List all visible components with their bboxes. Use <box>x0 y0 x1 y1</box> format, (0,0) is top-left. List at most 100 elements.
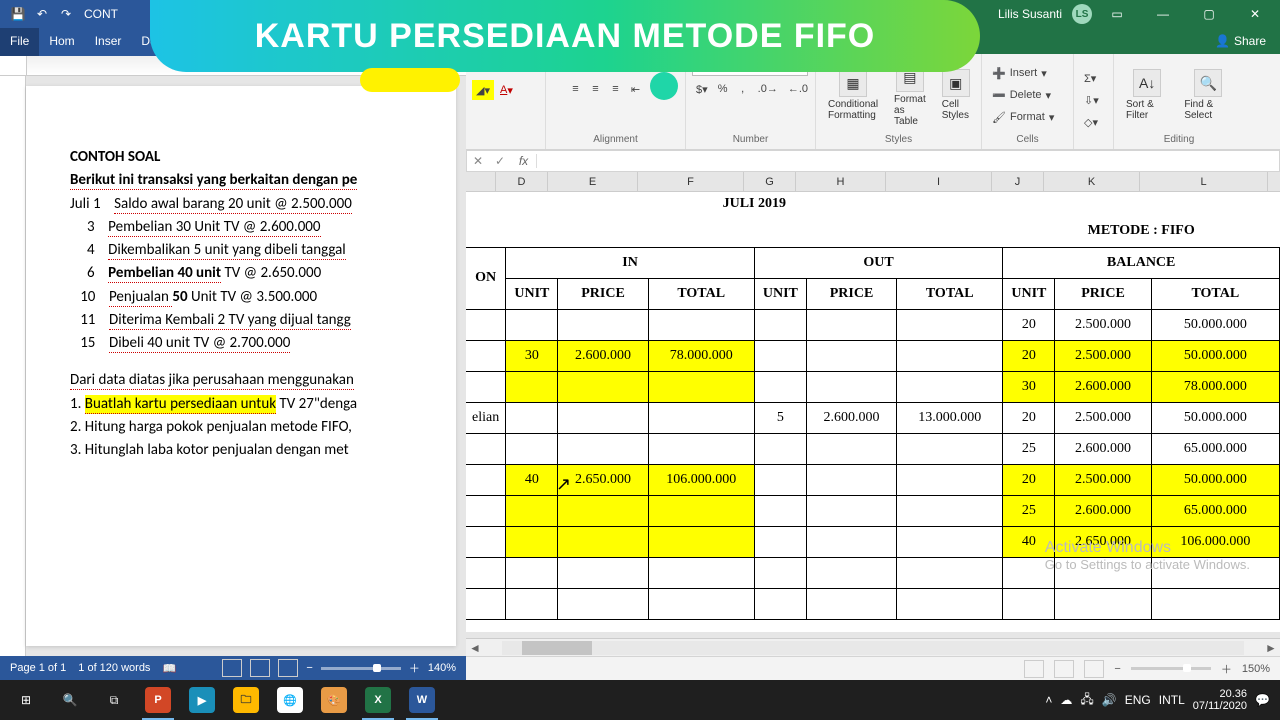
start-button[interactable]: ⊞ <box>4 680 48 720</box>
word-zoom-slider[interactable] <box>321 667 401 670</box>
tray-onedrive-icon[interactable]: ☁ <box>1060 693 1072 707</box>
conditional-formatting-button[interactable]: ▦Conditional Formatting <box>822 65 884 125</box>
fifo-table[interactable]: JULI 2019 METODE : FIFO ON IN OUT BALANC… <box>466 192 1280 620</box>
excel-zoom-slider[interactable] <box>1131 667 1211 670</box>
scroll-right-icon[interactable]: ► <box>1262 639 1280 657</box>
format-cells-button[interactable]: 🖌 Format ▾ <box>988 107 1058 127</box>
save-icon[interactable]: 💾 <box>6 2 30 26</box>
tray-notifications-icon[interactable]: 💬 <box>1255 693 1270 707</box>
comma-icon[interactable]: , <box>734 79 752 99</box>
scroll-thumb[interactable] <box>522 641 592 655</box>
group-styles-label: Styles <box>822 134 975 147</box>
excel-status-bar: − ＋ 150% <box>466 656 1280 680</box>
doc-para2: Dari data diatas jika perusahaan menggun… <box>70 371 354 390</box>
doc-heading: CONTOH SOAL <box>70 148 160 166</box>
align-center-icon[interactable]: ≡ <box>587 79 605 99</box>
word-spellcheck-icon[interactable]: 📖 <box>162 662 176 675</box>
find-select-button[interactable]: 🔍Find & Select <box>1178 65 1238 125</box>
redo-icon[interactable]: ↷ <box>54 2 78 26</box>
excel-view-normal-icon[interactable] <box>1024 660 1044 678</box>
percent-icon[interactable]: % <box>714 79 732 99</box>
tray-kb[interactable]: INTL <box>1159 693 1185 707</box>
table-row[interactable]: 402.650.000106.000.000 <box>466 526 1280 557</box>
task-view-icon[interactable]: ⧉ <box>92 680 136 720</box>
group-number-label: Number <box>692 134 809 147</box>
fill-color-icon[interactable]: ◢▾ <box>472 80 494 100</box>
undo-icon[interactable]: ↶ <box>30 2 54 26</box>
minimize-icon[interactable]: — <box>1142 0 1184 28</box>
taskbar-app-excel[interactable]: X <box>356 680 400 720</box>
taskbar-app-paint[interactable]: 🎨 <box>312 680 356 720</box>
align-right-icon[interactable]: ≡ <box>607 79 625 99</box>
taskbar-app-stream[interactable]: ▶ <box>180 680 224 720</box>
taskbar-app-explorer[interactable]: 🗀 <box>224 680 268 720</box>
maximize-icon[interactable]: ▢ <box>1188 0 1230 28</box>
indent-dec-icon[interactable]: ⇤ <box>627 79 645 99</box>
sort-filter-button[interactable]: A↓Sort & Filter <box>1120 65 1174 125</box>
align-left-icon[interactable]: ≡ <box>567 79 585 99</box>
cell-styles-button[interactable]: ▣Cell Styles <box>936 65 976 125</box>
share-button[interactable]: 👤 Share <box>1207 31 1274 51</box>
tray-network-icon[interactable]: 🖧 <box>1080 690 1093 711</box>
word-page[interactable]: CONTOH SOAL Berikut ini transaksi yang b… <box>26 86 456 646</box>
taskbar-app-word[interactable]: W <box>400 680 444 720</box>
column-headers[interactable]: D E F G H I J K L <box>466 172 1280 192</box>
excel-user-avatar[interactable]: LS <box>1072 4 1092 24</box>
tray-up-icon[interactable]: ˄ <box>1045 693 1052 707</box>
group-editing-label: Editing <box>1120 134 1238 147</box>
tray-volume-icon[interactable]: 🔊 <box>1102 693 1117 707</box>
scroll-left-icon[interactable]: ◄ <box>466 639 484 657</box>
excel-horizontal-scrollbar[interactable]: ◄ ► <box>466 638 1280 656</box>
fx-icon[interactable]: fx <box>511 154 537 168</box>
table-method: METODE : FIFO <box>1003 216 1280 247</box>
word-view-web-icon[interactable] <box>278 659 298 677</box>
excel-zoom-pct[interactable]: 150% <box>1242 663 1270 675</box>
delete-cells-button[interactable]: ➖ Delete ▾ <box>988 85 1058 105</box>
taskbar-app-powerpoint[interactable]: P <box>136 680 180 720</box>
table-row[interactable]: elian52.600.00013.000.000202.500.00050.0… <box>466 402 1280 433</box>
table-row[interactable]: 252.600.00065.000.000 <box>466 495 1280 526</box>
banner-title: KARTU PERSEDIAAN METODE FIFO <box>255 17 876 56</box>
table-row[interactable]: 302.600.00078.000.000 <box>466 371 1280 402</box>
excel-view-layout-icon[interactable] <box>1054 660 1074 678</box>
clear-icon[interactable]: ◇▾ <box>1080 113 1103 133</box>
currency-icon[interactable]: $▾ <box>692 79 712 99</box>
table-row[interactable]: 252.600.00065.000.000 <box>466 433 1280 464</box>
ribbon-options-icon[interactable]: ▭ <box>1096 0 1138 28</box>
formula-input[interactable] <box>537 154 1279 169</box>
doc-intro: Berikut ini transaksi yang berkaitan den… <box>70 171 357 190</box>
font-color-icon[interactable]: A▾ <box>496 80 517 100</box>
word-zoom-pct[interactable]: 140% <box>428 662 456 674</box>
search-icon[interactable]: 🔍 <box>48 680 92 720</box>
tab-home[interactable]: Hom <box>39 28 84 56</box>
tab-file[interactable]: File <box>0 28 39 56</box>
word-view-read-icon[interactable] <box>222 659 242 677</box>
table-row[interactable]: 202.500.00050.000.000 <box>466 309 1280 340</box>
increase-decimal-icon[interactable]: .0→ <box>754 79 782 99</box>
word-word-count[interactable]: 1 of 120 words <box>78 662 150 674</box>
excel-user-name[interactable]: Lilis Susanti <box>998 7 1062 21</box>
table-row[interactable]: 402.650.000106.000.000202.500.00050.000.… <box>466 464 1280 495</box>
excel-grid[interactable]: D E F G H I J K L JULI 2019 METODE : FIF… <box>466 172 1280 632</box>
cancel-fn-icon[interactable]: ✕ <box>467 154 489 168</box>
taskbar-app-chrome[interactable]: 🌐 <box>268 680 312 720</box>
tab-insert[interactable]: Inser <box>85 28 132 56</box>
close-icon[interactable]: ✕ <box>1234 0 1276 28</box>
cursor-highlight-icon <box>650 72 678 100</box>
word-view-print-icon[interactable] <box>250 659 270 677</box>
tray-lang[interactable]: ENG <box>1125 693 1151 707</box>
word-doc-title: CONT <box>84 7 118 21</box>
enter-fn-icon[interactable]: ✓ <box>489 154 511 168</box>
formula-bar[interactable]: ✕ ✓ fx <box>466 150 1280 172</box>
autosum-icon[interactable]: Σ▾ <box>1080 69 1103 89</box>
decrease-decimal-icon[interactable]: ←.0 <box>784 79 812 99</box>
word-document-area[interactable]: CONTOH SOAL Berikut ini transaksi yang b… <box>0 76 466 656</box>
word-page-indicator[interactable]: Page 1 of 1 <box>10 662 66 674</box>
table-row[interactable]: 302.600.00078.000.000202.500.00050.000.0… <box>466 340 1280 371</box>
tray-clock[interactable]: 20.36 07/11/2020 <box>1193 688 1247 712</box>
fill-icon[interactable]: ⇩▾ <box>1080 91 1103 111</box>
insert-cells-button[interactable]: ➕ Insert ▾ <box>988 63 1058 83</box>
group-cells-label: Cells <box>988 134 1067 147</box>
table-title: JULI 2019 <box>506 192 1003 216</box>
excel-view-break-icon[interactable] <box>1084 660 1104 678</box>
